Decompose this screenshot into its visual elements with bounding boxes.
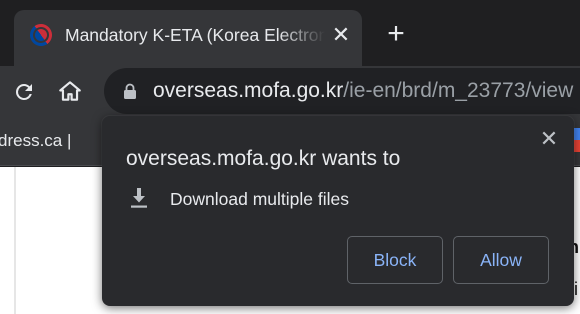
korea-flag-icon (25, 19, 57, 51)
url-path: /ie-en/brd/m_23773/view (343, 79, 574, 102)
tab-close-icon[interactable]: ✕ (330, 24, 352, 46)
url-host: overseas.mofa.go.kr (153, 79, 344, 102)
tab-strip: Mandatory K-ETA (Korea Electronic Travel… (0, 0, 580, 66)
active-tab[interactable]: Mandatory K-ETA (Korea Electronic Travel… (14, 10, 362, 66)
download-icon (131, 188, 147, 208)
permission-label: Download multiple files (170, 189, 349, 209)
new-tab-button[interactable]: + (382, 19, 410, 49)
close-icon[interactable]: ✕ (538, 128, 560, 150)
lock-icon[interactable] (123, 83, 137, 100)
tab-title: Mandatory K-ETA (Korea Electronic Travel… (65, 25, 325, 45)
url-text[interactable]: overseas.mofa.go.kr/ie-en/brd/m_23773/vi… (153, 79, 573, 103)
toolbar: overseas.mofa.go.kr/ie-en/brd/m_23773/vi… (0, 66, 580, 118)
permission-dialog: overseas.mofa.go.kr wants to ✕ Download … (102, 116, 574, 306)
page-divider (14, 167, 16, 314)
block-button[interactable]: Block (347, 236, 443, 284)
dialog-title: overseas.mofa.go.kr wants to (126, 147, 401, 170)
reload-icon[interactable] (12, 80, 36, 104)
address-bar[interactable]: overseas.mofa.go.kr/ie-en/brd/m_23773/vi… (104, 68, 580, 114)
allow-button[interactable]: Allow (453, 236, 549, 284)
home-icon[interactable] (57, 78, 83, 104)
bookmark-item[interactable]: dress.ca | (0, 131, 71, 151)
